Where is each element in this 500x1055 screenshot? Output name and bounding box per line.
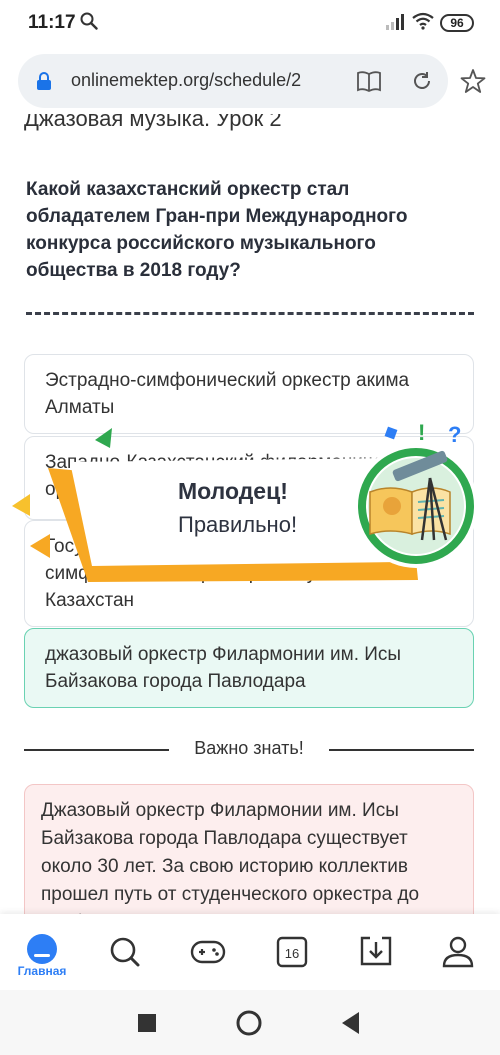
reader-icon[interactable] <box>356 69 382 93</box>
status-time: 11:17 <box>28 12 76 33</box>
answer-separator <box>26 312 474 315</box>
calendar-day: 16 <box>285 946 299 961</box>
answer-option[interactable]: Западно-Казахстанский филармонический ор… <box>24 436 474 520</box>
lock-icon <box>37 72 51 90</box>
recents-icon[interactable] <box>138 1014 156 1032</box>
star-icon[interactable] <box>460 68 486 94</box>
important-text: Джазовый оркестр Филармонии им. Исы Байз… <box>41 800 420 914</box>
search-icon[interactable] <box>104 932 144 972</box>
question-text: Какой казахстанский оркестр стал обладат… <box>26 179 408 281</box>
status-bar: 11:17 96 <box>0 0 500 44</box>
address-bar[interactable]: onlinemektep.org/schedule/2 <box>18 54 448 108</box>
bottom-navigation: Главная 16 <box>0 914 500 990</box>
profile-icon[interactable] <box>438 932 478 972</box>
gamepad-icon[interactable] <box>188 932 228 972</box>
url-text[interactable]: onlinemektep.org/schedule/2 <box>71 70 301 91</box>
browser-toolbar: onlinemektep.org/schedule/2 <box>0 50 500 114</box>
important-divider: Важно знать! <box>24 738 474 762</box>
wifi-icon <box>412 12 434 30</box>
inbox-download-icon[interactable] <box>356 932 396 972</box>
home-circle-icon[interactable] <box>236 1010 262 1036</box>
reload-icon[interactable] <box>410 69 434 93</box>
answer-option-correct[interactable]: джазовый оркестр Филармонии им. Исы Байз… <box>24 628 474 708</box>
answer-option[interactable]: Государственный академический симфоничес… <box>24 520 474 627</box>
signal-icon <box>386 14 404 30</box>
lesson-content: Джазовая музыка. Урок 2 Какой казахстанс… <box>0 114 500 914</box>
important-info-box: Джазовый оркестр Филармонии им. Исы Байз… <box>24 784 474 914</box>
answer-option[interactable]: Эстрадно-симфонический оркестр акима Алм… <box>24 354 474 434</box>
lesson-title: Джазовая музыка. Урок 2 <box>24 114 282 131</box>
system-navigation <box>0 990 500 1055</box>
calendar-icon[interactable]: 16 <box>272 932 312 972</box>
back-icon[interactable] <box>342 1012 360 1034</box>
search-icon <box>80 12 98 30</box>
battery-icon: 96 <box>440 14 474 32</box>
nav-home-label[interactable]: Главная <box>12 964 72 978</box>
